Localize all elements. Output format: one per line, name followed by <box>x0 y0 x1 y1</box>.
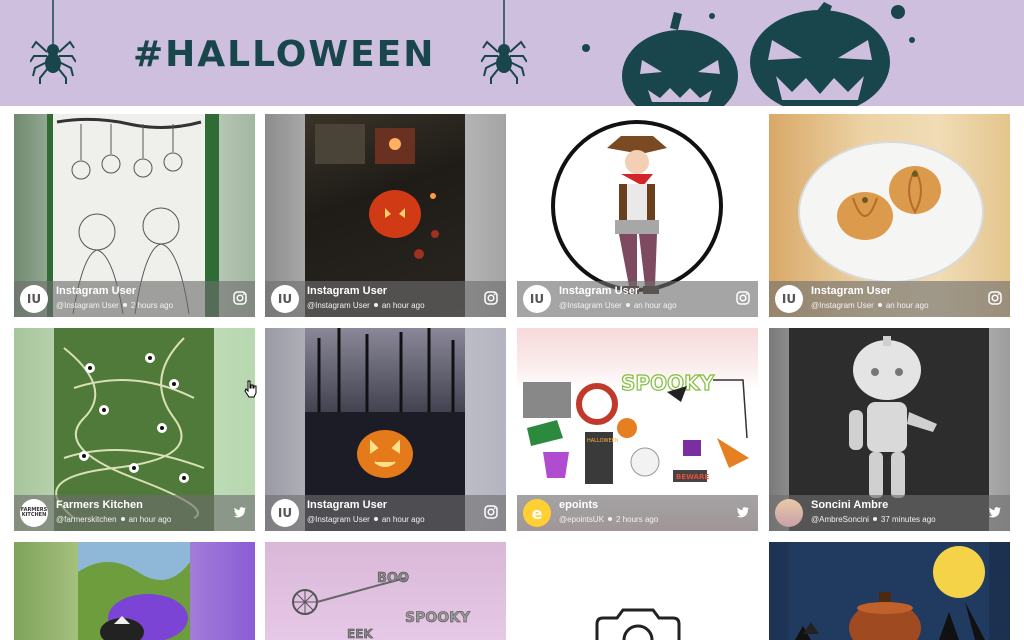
twitter-icon[interactable] <box>736 505 750 519</box>
post-time: 2 hours ago <box>130 301 174 310</box>
post-meta: @Instagram User an hour ago <box>307 301 425 310</box>
post-username[interactable]: Instagram User <box>811 285 891 297</box>
spider-icon <box>481 0 527 84</box>
post-footer: IU Instagram User @Instagram User 2 hours… <box>14 281 255 317</box>
post-meta: @Instagram User an hour ago <box>307 515 425 524</box>
post-time: an hour ago <box>381 301 425 310</box>
pumpkins-illustration <box>570 0 1024 106</box>
post-handle[interactable]: @AmbreSoncini <box>811 515 869 524</box>
post-meta: @Instagram User an hour ago <box>811 301 929 310</box>
post-tile[interactable]: BOO SPOOKY EEK <box>265 542 506 640</box>
halloween-tag-text: HALLOWEEN <box>587 438 619 444</box>
post-time: an hour ago <box>128 515 172 524</box>
post-handle[interactable]: @Instagram User <box>307 301 370 310</box>
spider-icon <box>30 0 76 84</box>
post-username[interactable]: Instagram User <box>559 285 639 297</box>
post-handle[interactable]: @Instagram User <box>559 301 622 310</box>
spooky-pin-text: SPOOKY <box>405 610 471 626</box>
post-username[interactable]: Soncini Ambre <box>811 499 888 511</box>
instagram-icon[interactable] <box>484 291 498 305</box>
social-wall-grid: IU Instagram User @Instagram User 2 hours… <box>0 106 1024 640</box>
post-handle[interactable]: @farmerskitchen <box>56 515 117 524</box>
avatar-logo: FARMERS KITCHEN <box>20 507 48 518</box>
post-image <box>78 542 190 640</box>
post-username[interactable]: Farmers Kitchen <box>56 499 143 511</box>
avatar[interactable]: IU <box>20 285 48 313</box>
post-footer: Soncini Ambre @AmbreSoncini 37 minutes ag… <box>769 495 1010 531</box>
beware-text: BEWARE <box>676 473 709 481</box>
avatar-logo: e <box>531 503 543 523</box>
avatar[interactable]: IU <box>775 285 803 313</box>
post-tile[interactable] <box>517 542 758 640</box>
post-meta: @Instagram User 2 hours ago <box>56 301 173 310</box>
post-meta: @epointsUK 2 hours ago <box>559 515 658 524</box>
post-time: an hour ago <box>381 515 425 524</box>
twitter-icon[interactable] <box>233 505 247 519</box>
instagram-icon[interactable] <box>233 291 247 305</box>
avatar[interactable]: IU <box>271 285 299 313</box>
twitter-icon[interactable] <box>988 505 1002 519</box>
post-footer: IU Instagram User @Instagram User an hour… <box>769 281 1010 317</box>
post-tile[interactable]: FARMERS KITCHEN Farmers Kitchen @farmers… <box>14 328 255 531</box>
mouse-cursor-icon <box>244 380 257 398</box>
post-tile[interactable]: SPOOKY HALLOWEEN BEWARE e epoints @epoin… <box>517 328 758 531</box>
post-tile[interactable]: IU Instagram User @Instagram User an hour… <box>265 328 506 531</box>
avatar[interactable]: FARMERS KITCHEN <box>20 499 48 527</box>
post-handle[interactable]: @epointsUK <box>559 515 604 524</box>
eek-pin-text: EEK <box>347 627 373 640</box>
post-username[interactable]: Instagram User <box>307 285 387 297</box>
post-tile[interactable] <box>14 542 255 640</box>
post-meta: @Instagram User an hour ago <box>559 301 677 310</box>
post-time: 2 hours ago <box>616 515 659 524</box>
post-meta: @AmbreSoncini 37 minutes ago <box>811 515 936 524</box>
instagram-icon[interactable] <box>484 505 498 519</box>
boo-pin-text: BOO <box>377 571 409 586</box>
halloween-banner: #HALLOWEEN <box>0 0 1024 106</box>
post-footer: e epoints @epointsUK 2 hours ago <box>517 495 758 531</box>
post-footer: FARMERS KITCHEN Farmers Kitchen @farmers… <box>14 495 255 531</box>
post-tile[interactable]: IU Instagram User @Instagram User an hour… <box>769 114 1010 317</box>
post-image: BOO SPOOKY EEK <box>265 542 506 640</box>
post-tile[interactable] <box>769 542 1010 640</box>
post-handle[interactable]: @Instagram User <box>811 301 874 310</box>
post-meta: @farmerskitchen an hour ago <box>56 515 171 524</box>
post-tile[interactable]: IU Instagram User @Instagram User an hour… <box>517 114 758 317</box>
post-username[interactable]: Instagram User <box>56 285 136 297</box>
post-handle[interactable]: @Instagram User <box>307 515 370 524</box>
avatar[interactable]: IU <box>523 285 551 313</box>
post-username[interactable]: epoints <box>559 499 598 511</box>
banner-title: #HALLOWEEN <box>133 34 436 75</box>
post-image <box>789 542 989 640</box>
camera-placeholder-icon <box>595 608 681 640</box>
instagram-icon[interactable] <box>988 291 1002 305</box>
post-username[interactable]: Instagram User <box>307 499 387 511</box>
avatar[interactable] <box>775 499 803 527</box>
post-tile[interactable]: Soncini Ambre @AmbreSoncini 37 minutes ag… <box>769 328 1010 531</box>
post-footer: IU Instagram User @Instagram User an hour… <box>265 495 506 531</box>
post-time: an hour ago <box>885 301 929 310</box>
post-footer: IU Instagram User @Instagram User an hour… <box>517 281 758 317</box>
post-tile[interactable]: IU Instagram User @Instagram User 2 hours… <box>14 114 255 317</box>
avatar[interactable]: e <box>523 499 551 527</box>
post-handle[interactable]: @Instagram User <box>56 301 119 310</box>
instagram-icon[interactable] <box>736 291 750 305</box>
avatar[interactable]: IU <box>271 499 299 527</box>
post-time: 37 minutes ago <box>880 515 936 524</box>
post-tile[interactable]: IU Instagram User @Instagram User an hour… <box>265 114 506 317</box>
post-footer: IU Instagram User @Instagram User an hour… <box>265 281 506 317</box>
post-time: an hour ago <box>633 301 677 310</box>
spooky-text: SPOOKY <box>621 371 715 395</box>
